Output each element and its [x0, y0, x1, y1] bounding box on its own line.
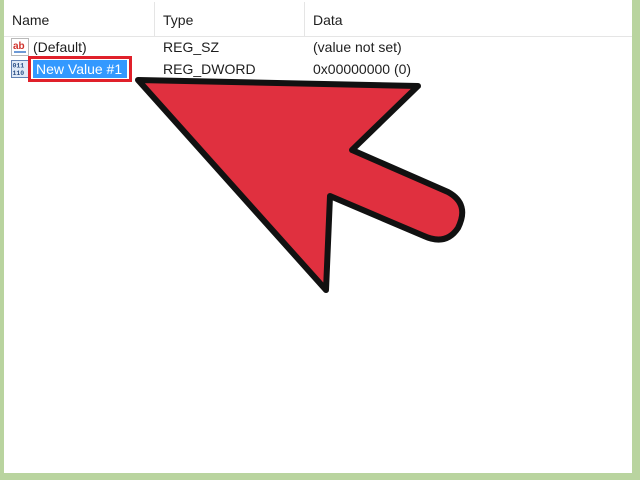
- column-header-bar: Name Type Data: [4, 0, 632, 37]
- svg-text:ab: ab: [13, 41, 25, 52]
- value-name-input[interactable]: New Value #1: [33, 60, 127, 78]
- binary-value-icon: 011 110: [11, 60, 29, 78]
- value-type: REG_SZ: [163, 39, 220, 55]
- value-name: (Default): [33, 39, 87, 55]
- registry-value-row[interactable]: 011 110 New Value #1 REG_DWORD 0x0000000…: [4, 56, 632, 82]
- rename-edit-box[interactable]: New Value #1: [28, 56, 132, 82]
- value-data: (value not set): [313, 39, 402, 55]
- value-data: 0x00000000 (0): [313, 61, 412, 77]
- value-type: REG_DWORD: [163, 61, 256, 77]
- registry-editor-pane: Name Type Data ab (Default) REG_SZ (valu…: [4, 0, 632, 473]
- column-header-data[interactable]: Data: [305, 0, 632, 36]
- svg-text:110: 110: [13, 70, 25, 77]
- registry-value-row[interactable]: ab (Default) REG_SZ (value not set): [4, 36, 632, 58]
- column-header-type[interactable]: Type: [155, 0, 304, 36]
- column-header-name[interactable]: Name: [4, 0, 154, 36]
- string-value-icon: ab: [11, 38, 29, 56]
- svg-text:011: 011: [13, 63, 25, 70]
